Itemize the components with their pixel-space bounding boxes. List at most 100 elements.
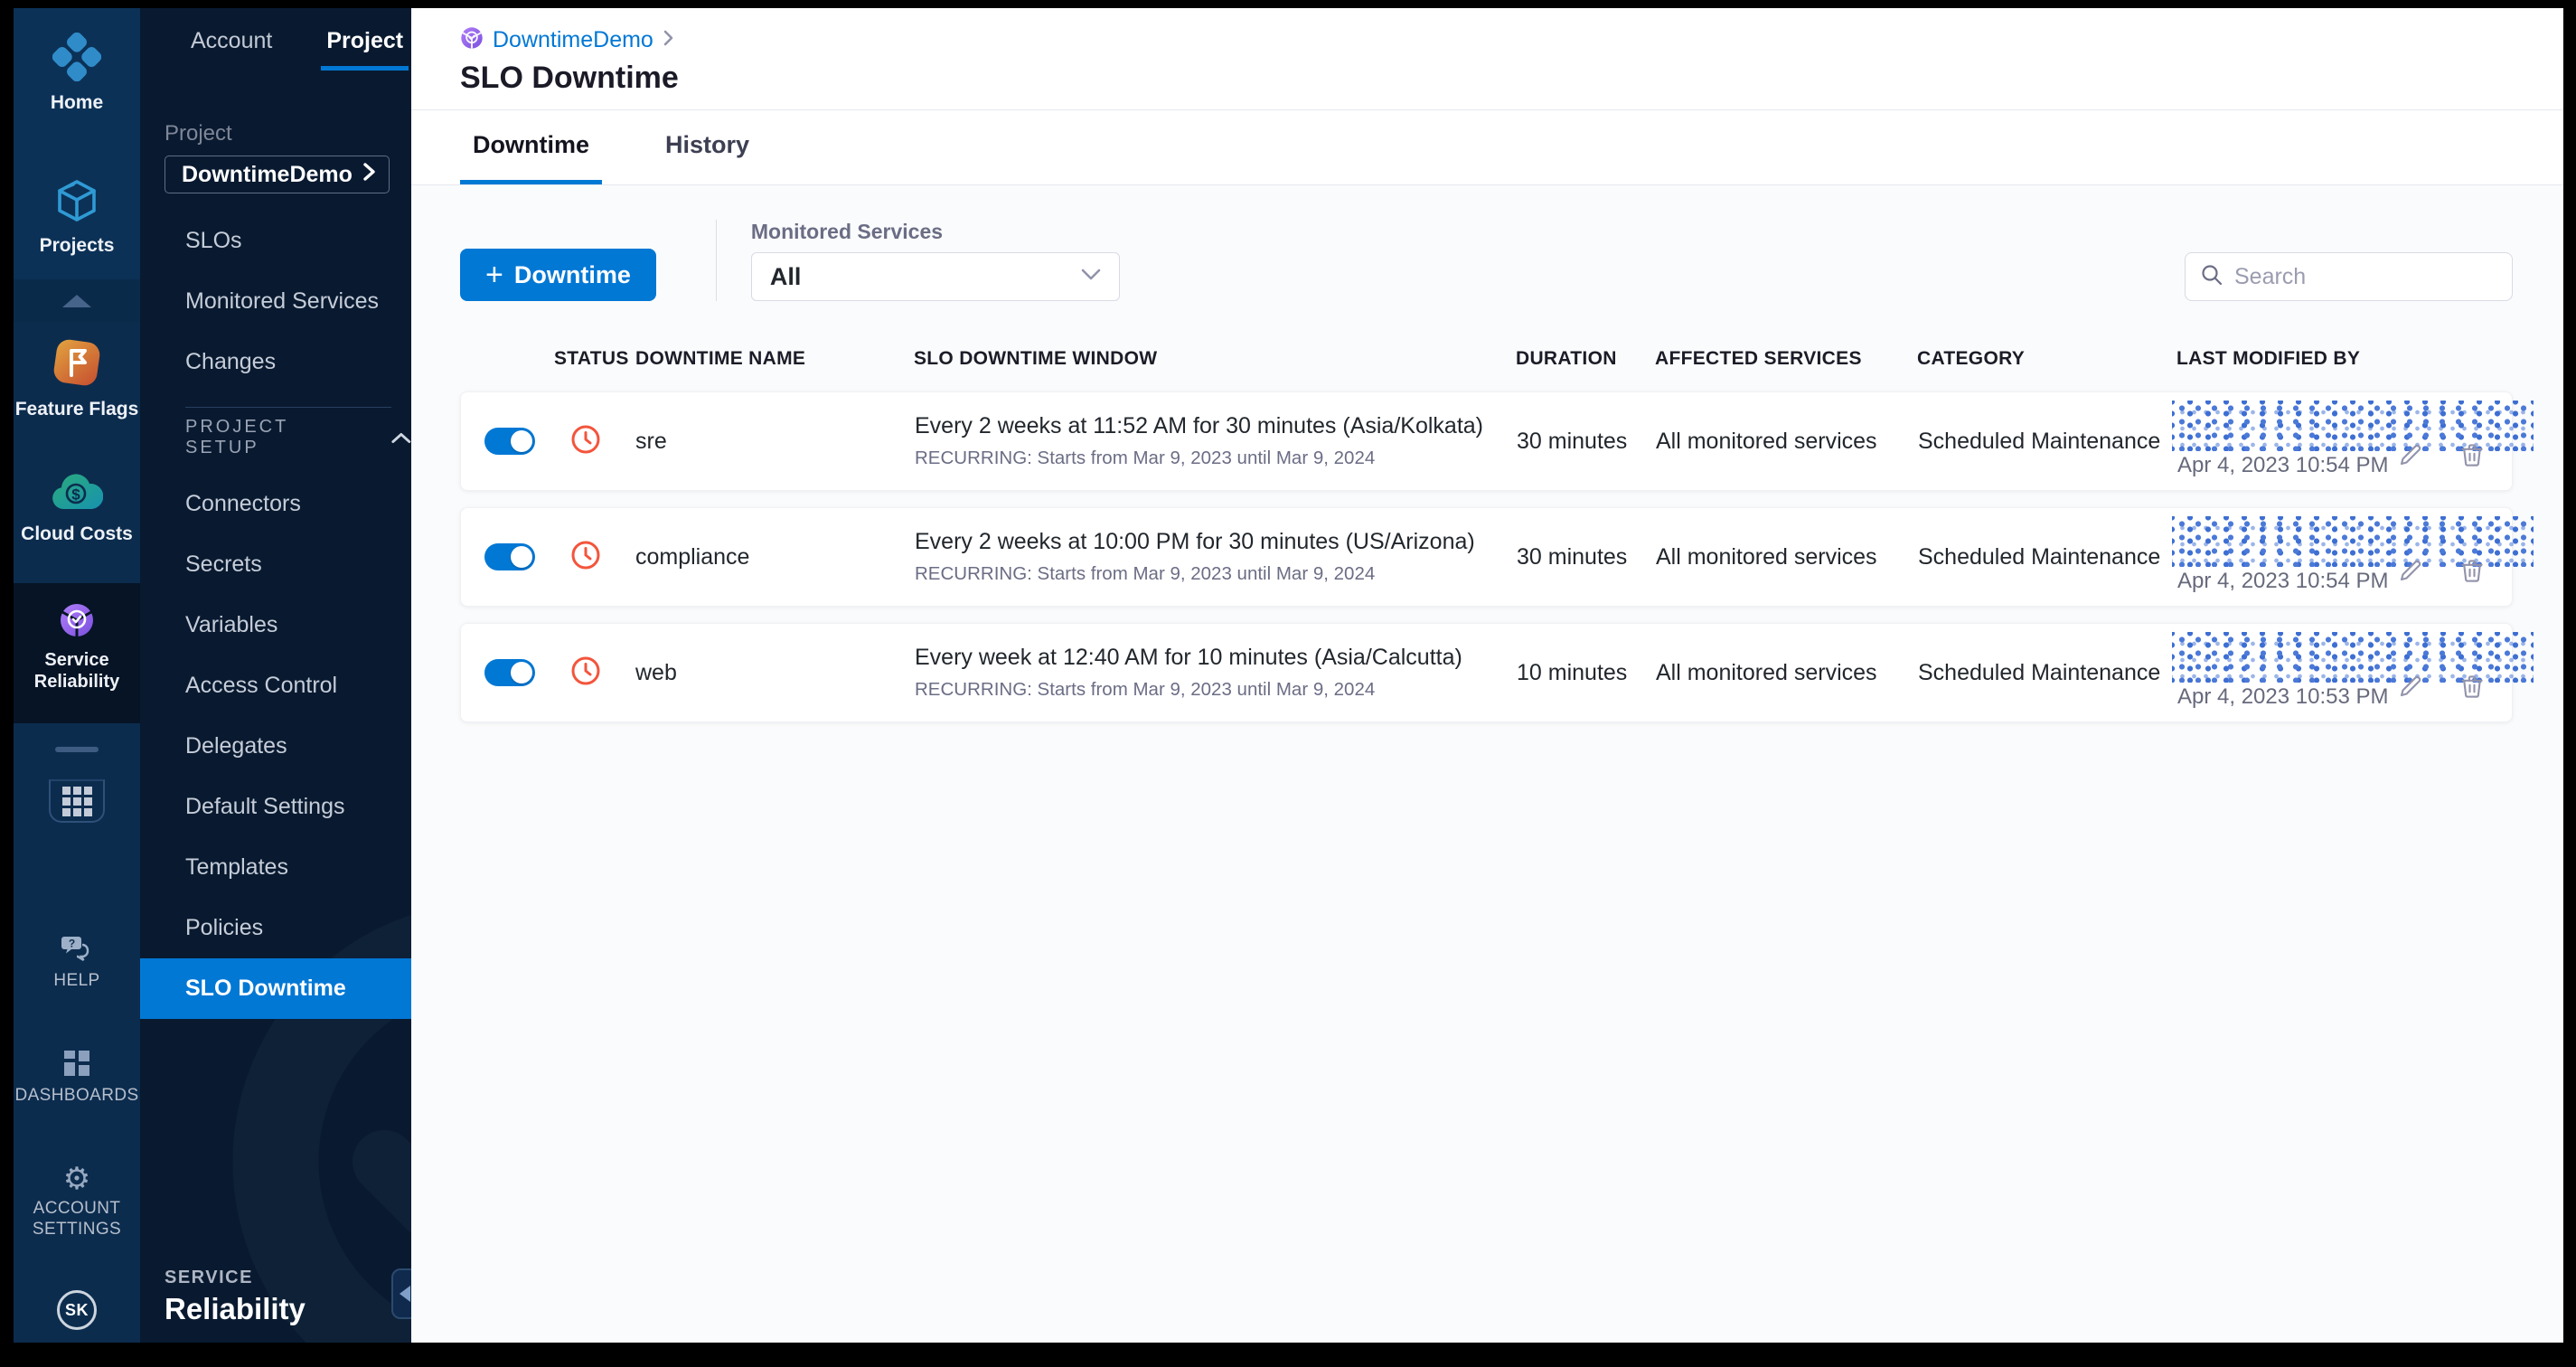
rail-item-account-settings[interactable]: ⚙ ACCOUNT SETTINGS [33, 1164, 121, 1240]
tab-account[interactable]: Account [185, 23, 277, 71]
delete-icon[interactable] [2458, 441, 2486, 468]
search-input[interactable] [2234, 263, 2497, 290]
recurring-clock-icon [570, 540, 635, 575]
svg-text:?: ? [69, 938, 75, 950]
drag-handle [55, 747, 99, 752]
projects-icon [53, 177, 100, 229]
downtime-name: web [635, 659, 677, 685]
sidebar-item-slo-downtime[interactable]: SLO Downtime [140, 958, 411, 1019]
module-footer-title: Reliability [165, 1292, 306, 1325]
edit-icon[interactable] [2397, 557, 2424, 584]
scope-tabs: Account Project [140, 8, 411, 71]
rail-item-feature-flags[interactable]: Feature Flags [14, 337, 140, 420]
breadcrumb-project-link[interactable]: DowntimeDemo [493, 27, 653, 53]
project-setup-section[interactable]: PROJECT SETUP [140, 408, 411, 467]
grid-icon [61, 786, 92, 816]
affected-services: All monitored services [1656, 543, 1877, 570]
rail-item-home[interactable]: Home [14, 32, 140, 114]
sidebar-item-variables[interactable]: Variables [140, 595, 411, 655]
sidebar-item-changes[interactable]: Changes [140, 332, 411, 392]
new-downtime-button-label: Downtime [513, 260, 631, 288]
svg-text:$: $ [71, 486, 80, 504]
rail-active-module-section: Service Reliability [14, 583, 140, 723]
column-status: STATUS [554, 348, 629, 369]
downtime-duration: 10 minutes [1517, 659, 1628, 685]
downtime-window: Every week at 12:40 AM for 10 minutes (A… [915, 645, 1462, 670]
sidebar-item-templates[interactable]: Templates [140, 837, 411, 898]
downtime-recurrence: RECURRING: Starts from Mar 9, 2023 until… [915, 448, 1376, 468]
new-downtime-button[interactable]: + Downtime [460, 249, 656, 301]
table-row[interactable]: sre Every 2 weeks at 11:52 AM for 30 min… [460, 391, 2534, 491]
downtime-category: Scheduled Maintenance [1918, 543, 2161, 570]
column-category: CATEGORY [1917, 348, 2026, 369]
main-area: DowntimeDemo SLO Downtime Downtime Histo… [411, 8, 2563, 1343]
affected-services: All monitored services [1656, 659, 1877, 685]
app-window: Home Projects Feature Flags $ Cloud Cost… [14, 8, 2563, 1343]
sidebar-item-policies[interactable]: Policies [140, 898, 411, 958]
sidebar-item-default-settings[interactable]: Default Settings [140, 777, 411, 837]
chevron-down-icon [1081, 269, 1101, 286]
affected-services: All monitored services [1656, 428, 1877, 454]
rail-item-projects[interactable]: Projects [14, 177, 140, 257]
downtime-duration: 30 minutes [1517, 428, 1628, 454]
monitored-services-filter: Monitored Services All [750, 220, 1120, 301]
service-reliability-icon [59, 602, 95, 643]
sidebar-collapse-button[interactable] [391, 1268, 411, 1319]
rail-item-label: Cloud Costs [21, 523, 133, 545]
page-header: DowntimeDemo SLO Downtime [411, 8, 2563, 110]
monitored-services-dropdown[interactable]: All [750, 252, 1120, 301]
page-content: + Downtime Monitored Services All Search… [411, 185, 2563, 1343]
edit-icon[interactable] [2397, 673, 2424, 700]
rail-item-help[interactable]: ? HELP [53, 933, 99, 991]
last-modified-date: Apr 4, 2023 10:54 PM [2177, 569, 2389, 593]
status-toggle[interactable] [484, 428, 535, 455]
section-title: PROJECT SETUP [185, 417, 288, 457]
rail-item-label: Projects [39, 235, 115, 257]
edit-icon[interactable] [2397, 441, 2424, 468]
downtime-recurrence: RECURRING: Starts from Mar 9, 2023 until… [915, 679, 1376, 700]
rail-item-dashboards[interactable]: DASHBOARDS [14, 1050, 138, 1106]
recurring-clock-icon [570, 655, 635, 691]
sidebar-item-secrets[interactable]: Secrets [140, 534, 411, 595]
help-icon: ? [61, 933, 93, 966]
downtime-category: Scheduled Maintenance [1918, 428, 2161, 454]
chevron-right-icon [362, 162, 376, 188]
sidebar-item-monitored-services[interactable]: Monitored Services [140, 271, 411, 332]
module-footer-kicker: SERVICE [165, 1268, 253, 1287]
column-last-modified: LAST MODIFIED BY [2176, 348, 2361, 369]
rail-item-service-reliability[interactable]: Service Reliability [14, 602, 140, 693]
sidebar-item-slos[interactable]: SLOs [140, 211, 411, 271]
rail-item-label: ACCOUNT [33, 1199, 121, 1219]
page-title: SLO Downtime [460, 61, 679, 95]
chevron-right-icon [663, 29, 674, 52]
rail-item-label: Feature Flags [14, 399, 139, 420]
table-row[interactable]: compliance Every 2 weeks at 10:00 PM for… [460, 507, 2534, 607]
tab-history[interactable]: History [653, 110, 762, 184]
rail-bottom-section: ? HELP DASHBOARDS ⚙ ACCOUNT SETTINGS SK [14, 776, 140, 1343]
sidebar-item-access-control[interactable]: Access Control [140, 655, 411, 716]
delete-icon[interactable] [2458, 673, 2486, 700]
sidebar-item-delegates[interactable]: Delegates [140, 716, 411, 777]
project-selector[interactable]: DowntimeDemo [165, 156, 390, 193]
rail-collapse-strip[interactable] [14, 279, 140, 322]
status-toggle[interactable] [484, 659, 535, 686]
chevron-up-icon [62, 294, 91, 307]
status-toggle[interactable] [484, 543, 535, 570]
rail-item-cloud-costs[interactable]: $ Cloud Costs [14, 471, 140, 545]
avatar[interactable]: SK [57, 1290, 97, 1330]
column-downtime-name: DOWNTIME NAME [635, 348, 806, 369]
rail-item-label: Service [44, 650, 109, 670]
rail-drag-strip[interactable] [14, 723, 140, 776]
sidebar-item-connectors[interactable]: Connectors [140, 474, 411, 534]
delete-icon[interactable] [2458, 557, 2486, 584]
service-reliability-module-icon [460, 26, 484, 54]
downtime-window: Every 2 weeks at 10:00 PM for 30 minutes… [915, 529, 1475, 554]
module-footer: SERVICE Reliability [165, 1268, 306, 1326]
gear-icon: ⚙ [62, 1162, 91, 1197]
table-row[interactable]: web Every week at 12:40 AM for 10 minute… [460, 623, 2534, 722]
tab-project[interactable]: Project [321, 23, 409, 71]
module-grid-button[interactable] [49, 779, 105, 823]
rail-top-section: Home Projects [14, 8, 140, 279]
rail-item-label: SETTINGS [32, 1219, 122, 1239]
tab-downtime[interactable]: Downtime [460, 110, 603, 184]
